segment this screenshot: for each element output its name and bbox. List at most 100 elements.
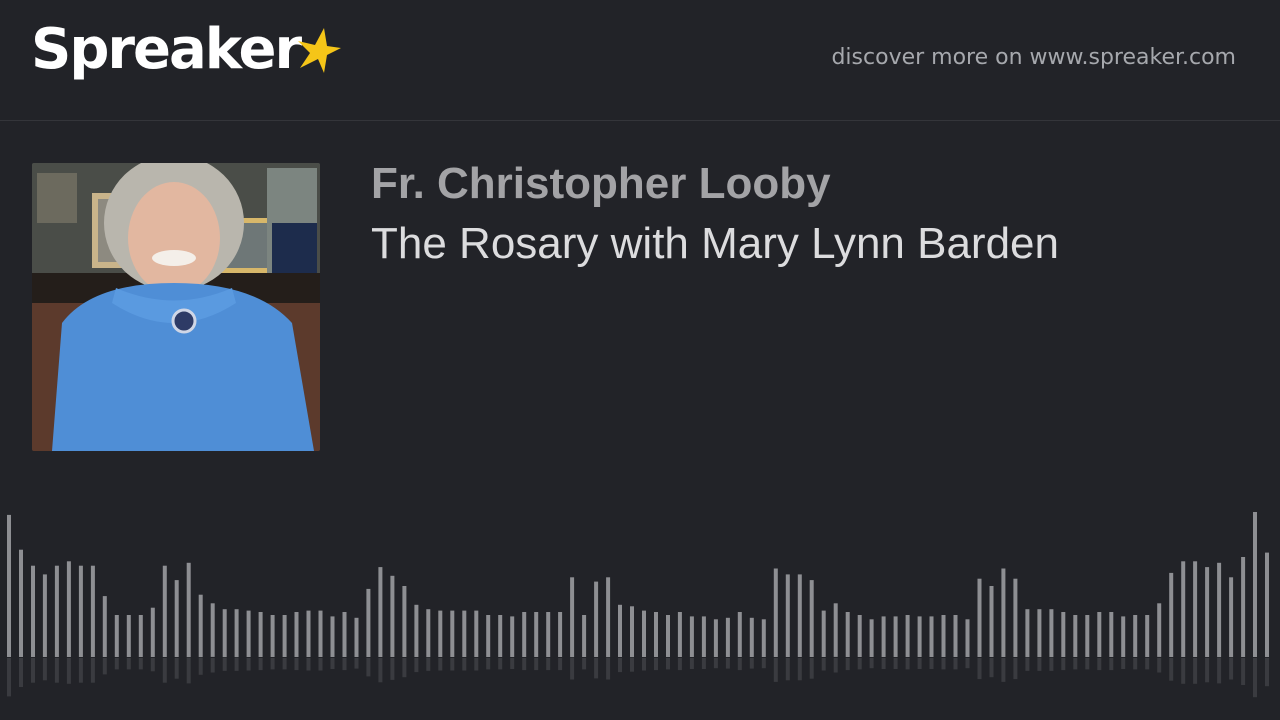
waveform-bar-reflection [270,658,275,670]
waveform-bar [857,615,862,657]
waveform-bar [1109,612,1114,657]
waveform-bar-reflection [546,658,551,671]
waveform-bar [1061,612,1066,657]
waveform-bar [462,610,467,657]
waveform-bar-reflection [833,658,838,673]
waveform-bar [1205,567,1210,657]
waveform-bar [642,610,646,657]
waveform-bar-reflection [666,658,670,670]
waveform-bar [90,565,95,657]
waveform-bar-reflection [474,658,479,671]
waveform-bar [833,603,838,657]
waveform-bar [198,594,203,658]
waveform-bar [258,612,263,657]
waveform-bar [809,580,814,657]
waveform-bar [689,616,694,657]
waveform-bar-reflection [905,658,910,670]
waveform-bar [749,617,754,657]
waveform-bar-reflection [594,658,599,679]
waveform-bar [1121,616,1126,657]
waveform-bar [234,609,239,658]
waveform-bar [534,612,539,657]
waveform-bar-reflection [917,658,922,669]
waveform-bar-reflection [1217,658,1222,684]
waveform-bar [354,617,359,657]
waveform-bar [402,586,407,657]
waveform-bar [210,603,215,657]
waveform-bar [917,616,922,657]
waveform-bar [1037,609,1042,658]
waveform-bar-reflection [737,658,742,671]
waveform-bar-reflection [210,658,215,673]
waveform-bar [1013,578,1018,657]
waveform-bar-reflection [42,658,47,681]
audio-waveform[interactable] [0,500,1280,720]
waveform-bar-reflection [306,658,311,671]
waveform-bar [102,596,107,657]
waveform-bar [342,612,347,657]
waveform-bar [222,609,227,658]
waveform-bar-reflection [642,658,646,671]
waveform-bar-reflection [618,658,622,673]
waveform-bar-reflection [1061,658,1066,671]
waveform-bar [558,612,563,657]
waveform-bar-reflection [330,658,335,669]
waveform-bar-reflection [1013,658,1018,680]
waveform-bar [426,609,431,658]
waveform-bar [953,615,958,657]
waveform-bar [486,615,491,657]
waveform-bar-reflection [1241,658,1246,685]
waveform-bar [989,586,994,657]
waveform-bar-reflection [78,658,83,683]
waveform-bar [174,580,179,657]
waveform-bar [1001,568,1006,657]
spreaker-logo[interactable]: Spreaker [31,22,348,102]
waveform-bar-reflection [498,658,503,670]
waveform-bar-reflection [510,658,515,669]
waveform-bar-reflection [342,658,347,671]
waveform-bar [330,616,335,657]
waveform-bar [54,565,59,657]
waveform-bar [618,604,622,657]
waveform-bar [905,615,910,657]
waveform-bar [1169,572,1174,657]
waveform-bar [282,615,287,657]
waveform-bar [881,616,886,657]
waveform-bar [594,581,599,657]
waveform-bar-reflection [1025,658,1030,671]
waveform-bar [366,588,371,657]
waveform-bar [19,549,23,657]
waveform-bar-reflection [977,658,982,680]
waveform-bar [1241,557,1246,657]
waveform-bar-reflection [1157,658,1162,673]
waveform-bar-reflection [761,658,766,669]
star-icon [298,28,342,73]
waveform-bar [677,612,682,657]
waveform-bar-reflection [138,658,143,670]
waveform-bar-reflection [522,658,527,671]
waveform-bar-reflection [90,658,95,683]
waveform-bar-reflection [929,658,934,669]
waveform-bar-reflection [630,658,634,672]
waveform-bar [630,606,634,658]
waveform-bar-reflection [1169,658,1174,681]
waveform-bar-reflection [845,658,850,671]
waveform-bar-reflection [234,658,239,671]
waveform-bar-reflection [1097,658,1102,671]
waveform-bar-reflection [1085,658,1090,670]
waveform-bar-reflection [689,658,694,669]
waveform-bar [666,615,670,657]
waveform-bar-reflection [246,658,251,671]
episode-author[interactable]: Fr. Christopher Looby [371,159,831,208]
waveform-bar [869,619,874,657]
waveform-bar-reflection [378,658,383,683]
waveform-bar-reflection [893,658,898,669]
waveform-bar-reflection [258,658,263,671]
discover-link[interactable]: discover more on www.spreaker.com [831,47,1236,69]
waveform-bar-reflection [953,658,958,670]
waveform-bar [1253,512,1257,657]
waveform-bar [294,612,299,657]
waveform-bar-reflection [1001,658,1006,682]
waveform-bar-reflection [54,658,59,683]
waveform-bar-reflection [486,658,491,670]
